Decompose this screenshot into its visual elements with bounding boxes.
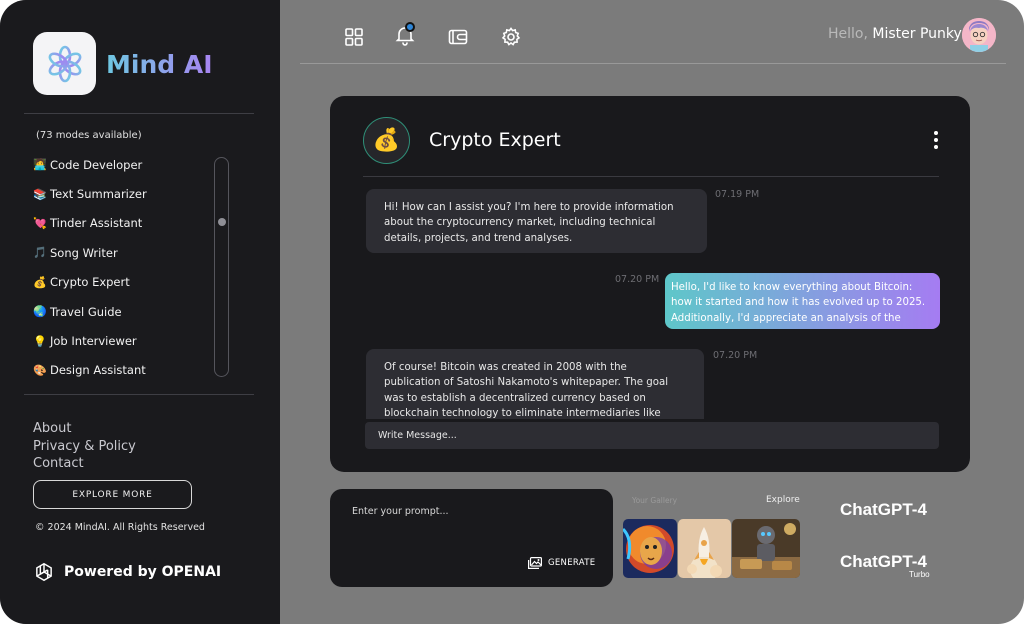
privacy-policy-link[interactable]: Privacy & Policy [33,438,136,456]
wallet-icon[interactable] [447,26,469,48]
user-name[interactable]: Mister Punky [872,26,961,42]
powered-by: Powered by OPENAI [33,561,221,583]
sidebar-divider [24,113,254,114]
app-window: Mind AI (73 modes available) 🧑‍💻 Code De… [0,0,1024,624]
sidebar-item-label: Song Writer [50,245,118,260]
grid-icon[interactable] [343,26,365,48]
about-link[interactable]: About [33,420,136,438]
chat-header-divider [363,176,939,177]
model-chatgpt-4-turbo[interactable]: ChatGPT-4 [840,552,927,572]
lightbulb-icon: 💡 [33,334,47,348]
rocket-image [678,519,731,578]
bot-message: Hi! How can I assist you? I'm here to pr… [366,189,707,253]
sidebar-item-song-writer[interactable]: 🎵 Song Writer [33,238,213,267]
money-bag-icon: 💰 [372,128,401,153]
user-message: Hello, I'd like to know everything about… [665,273,940,329]
gallery-thumbnail-lion[interactable] [623,519,677,578]
more-options-icon[interactable] [930,131,942,153]
sidebar-item-crypto-expert[interactable]: 💰 Crypto Expert [33,268,213,297]
footer-links: About Privacy & Policy Contact [33,420,136,473]
chat-panel: 💰 Crypto Expert Hi! How can I assist you… [330,96,970,472]
generate-label: GENERATE [548,558,596,568]
books-icon: 📚 [33,187,47,201]
sidebar-item-text-summarizer[interactable]: 📚 Text Summarizer [33,179,213,208]
image-icon [528,557,542,569]
globe-icon: 🌏 [33,305,47,319]
avatar[interactable] [962,18,996,52]
prompt-panel: Enter your prompt... GENERATE [330,489,613,587]
bot-avatar: 💰 [363,117,410,164]
model-chatgpt-4[interactable]: ChatGPT-4 [840,500,927,520]
sidebar-item-label: Job Interviewer [50,334,137,349]
copyright-text: © 2024 MindAI. All Rights Reserved [35,522,205,533]
sidebar: Mind AI (73 modes available) 🧑‍💻 Code De… [0,0,280,624]
money-bag-icon: 💰 [33,275,47,289]
sidebar-item-job-interviewer[interactable]: 💡 Job Interviewer [33,326,213,355]
chat-title: Crypto Expert [429,129,561,151]
header-divider [300,63,1006,64]
bot-message: Of course! Bitcoin was created in 2008 w… [366,349,704,419]
gallery-explore-link[interactable]: Explore [766,495,800,505]
technologist-icon: 🧑‍💻 [33,158,47,172]
message-time: 07.20 PM [615,274,660,285]
prompt-input[interactable]: Enter your prompt... [352,506,449,517]
mode-list-scrollbar[interactable] [214,157,229,377]
sidebar-item-code-developer[interactable]: 🧑‍💻 Code Developer [33,150,213,179]
palette-icon: 🎨 [33,363,47,377]
heart-arrow-icon: 💘 [33,216,47,230]
explore-more-button[interactable]: EXPLORE MORE [33,480,192,509]
sidebar-divider [24,394,254,395]
user-avatar-icon [962,18,996,52]
mode-list: 🧑‍💻 Code Developer 📚 Text Summarizer 💘 T… [33,150,213,385]
sidebar-item-label: Travel Guide [50,304,122,319]
mind-ai-logo-icon [48,45,81,82]
gallery-thumbnail-rocket[interactable] [678,519,731,578]
sidebar-item-label: Tinder Assistant [50,216,143,231]
model-turbo-suffix: Turbo [909,570,930,579]
gear-icon[interactable] [500,26,522,48]
sidebar-item-label: Text Summarizer [50,187,147,202]
lion-image [623,519,677,578]
greeting-text: Hello, [828,26,868,42]
sidebar-item-label: Code Developer [50,157,143,172]
notification-badge [405,22,415,32]
message-time: 07.20 PM [713,350,758,361]
contact-link[interactable]: Contact [33,455,136,473]
music-notes-icon: 🎵 [33,246,47,260]
logo[interactable] [33,32,96,95]
gallery-label: Your Gallery [632,496,678,505]
message-input[interactable]: Write Message... [365,422,939,449]
sidebar-item-label: Design Assistant [50,363,146,378]
generate-button[interactable]: GENERATE [528,557,595,569]
sidebar-item-travel-guide[interactable]: 🌏 Travel Guide [33,297,213,326]
sidebar-item-label: Crypto Expert [50,275,130,290]
user-greeting: Hello, Mister Punky [828,26,962,42]
sidebar-item-design-assistant[interactable]: 🎨 Design Assistant [33,356,213,385]
gallery-thumbnail-robot[interactable] [732,519,800,578]
scrollbar-thumb[interactable] [218,218,226,226]
robot-image [732,519,800,578]
powered-by-text: Powered by OPENAI [64,564,222,580]
message-time: 07.19 PM [715,189,760,200]
brand-name: Mind AI [106,50,213,79]
modes-count: (73 modes available) [36,130,142,141]
openai-logo-icon [36,562,52,582]
sidebar-item-tinder-assistant[interactable]: 💘 Tinder Assistant [33,209,213,238]
